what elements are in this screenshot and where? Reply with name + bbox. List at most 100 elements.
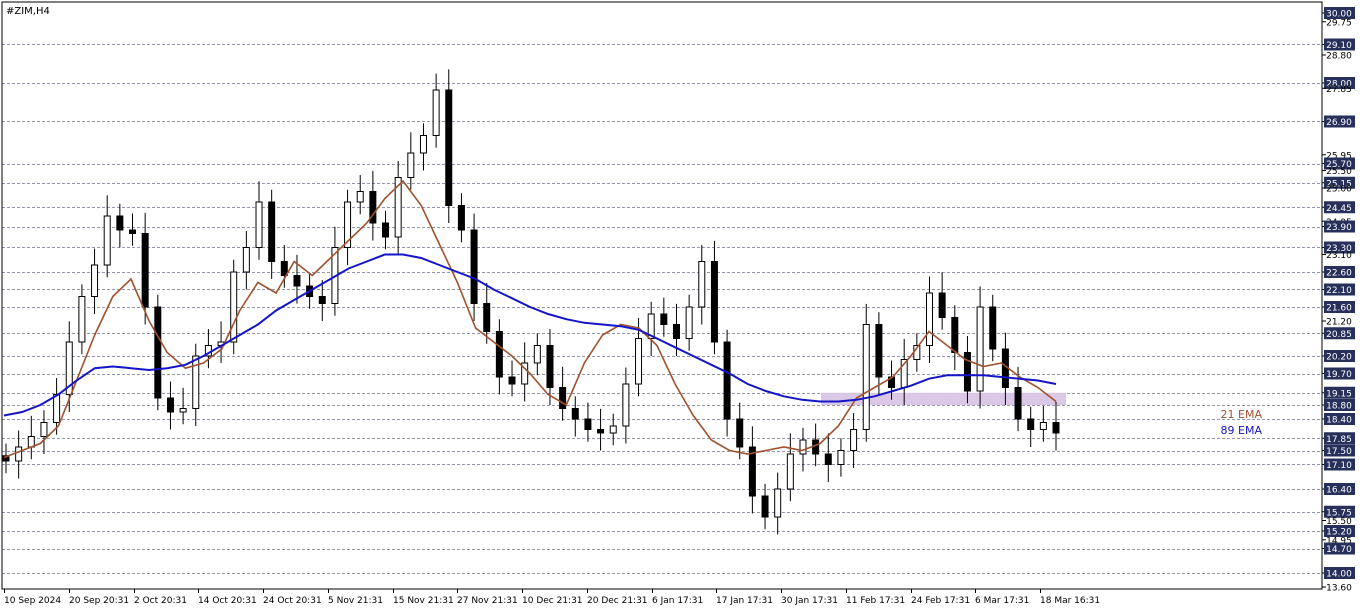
y-tick-label: 17.50	[1326, 447, 1352, 457]
candle-bull	[799, 439, 807, 455]
candle-bear	[483, 303, 491, 332]
candle-bear	[154, 306, 162, 399]
candle-bull	[15, 446, 23, 462]
x-tick-label: 20 Sep 20:31	[69, 596, 129, 606]
x-tick-label: 6 Mar 17:31	[975, 596, 1029, 606]
candle-bear	[1027, 418, 1035, 430]
y-tick-label: 17.10	[1326, 461, 1352, 471]
candle-bull	[103, 215, 111, 266]
candle-bear	[584, 418, 592, 430]
x-tick-label: 10 Dec 21:31	[522, 596, 583, 606]
y-tick-label: 19.70	[1326, 370, 1352, 380]
candle-bear	[963, 352, 971, 392]
candle-bull	[432, 89, 440, 136]
chart-canvas: 30.0029.7529.1028.8028.0027.8526.9025.95…	[0, 0, 1362, 611]
candle-bear	[129, 229, 137, 234]
candle-bull	[698, 261, 706, 308]
candle-bear	[672, 324, 680, 339]
candle-bear	[318, 296, 326, 304]
x-tick-label: 24 Feb 17:31	[911, 596, 970, 606]
candle-bear	[824, 453, 832, 465]
candle-bear	[280, 261, 288, 276]
candle-bear	[736, 418, 744, 448]
candle-bear	[571, 408, 579, 420]
candle-bear	[457, 205, 465, 231]
candle-bear	[495, 331, 503, 378]
candle-bear	[660, 313, 668, 325]
candle-bear	[938, 292, 946, 318]
candle-bear	[382, 222, 390, 238]
candle-bear	[710, 261, 718, 343]
candle-bear	[597, 429, 605, 434]
y-tick-label: 16.40	[1326, 486, 1352, 496]
y-tick-label: 14.70	[1326, 545, 1352, 555]
y-tick-label: 26.90	[1326, 118, 1352, 128]
x-tick-label: 20 Dec 21:31	[587, 596, 648, 606]
candle-bull	[609, 425, 617, 434]
candle-bull	[356, 191, 364, 203]
y-tick-label: 21.20	[1326, 318, 1352, 328]
x-tick-label: 11 Feb 17:31	[846, 596, 905, 606]
candle-bull	[685, 306, 693, 339]
candlestick-chart: 30.00 29.75 29.10 28.80 28.00 27.85 26.90 25.95…	[0, 0, 1362, 611]
y-tick-label: 28.80	[1326, 52, 1352, 62]
y-tick-label: 18.40	[1326, 416, 1352, 426]
candle-bull	[837, 450, 845, 465]
y-tick-label: 27.85	[1326, 85, 1352, 95]
candle-bull	[976, 306, 984, 392]
y-tick-label: 22.60	[1326, 269, 1352, 279]
x-tick-label: 17 Jan 17:31	[716, 596, 773, 606]
candle-bull	[786, 453, 794, 490]
x-tick-label: 24 Oct 20:31	[263, 596, 322, 606]
candle-bull	[533, 345, 541, 364]
candle-bear	[546, 345, 554, 388]
candle-bull	[622, 383, 630, 427]
candle-bear	[748, 446, 756, 497]
candle-bear	[1052, 422, 1060, 434]
x-tick-label: 2 Oct 20:31	[134, 596, 187, 606]
candle-bull	[78, 296, 86, 343]
y-tick-label: 23.90	[1326, 223, 1352, 233]
y-tick-label: 24.45	[1326, 204, 1352, 214]
y-tick-label: 14.00	[1326, 570, 1352, 580]
y-tick-label: 29.75	[1326, 18, 1352, 28]
candle-bull	[40, 422, 48, 437]
x-tick-label: 6 Jan 17:31	[652, 596, 703, 606]
candle-bear	[166, 397, 174, 413]
candle-bear	[812, 439, 820, 455]
candle-bear	[293, 275, 301, 287]
candle-bear	[723, 341, 731, 420]
candle-bear	[508, 376, 516, 385]
x-tick-label: 18 Mar 16:31	[1040, 596, 1100, 606]
candle-bull	[774, 488, 782, 518]
y-tick-label: 23.10	[1326, 251, 1352, 261]
x-tick-label: 27 Nov 21:31	[457, 596, 518, 606]
y-tick-label: 20.20	[1326, 353, 1352, 363]
candle-bull	[850, 429, 858, 451]
x-tick-label: 15 Nov 21:31	[393, 596, 454, 606]
candle-bear	[470, 229, 478, 304]
candle-bull	[179, 408, 187, 413]
y-tick-label: 20.85	[1326, 330, 1352, 340]
y-tick-label: 18.80	[1326, 402, 1352, 412]
candle-bull	[635, 338, 643, 385]
candle-bear	[875, 324, 883, 378]
y-tick-label: 21.60	[1326, 304, 1352, 314]
candle-bear	[951, 317, 959, 353]
candle-bear	[116, 215, 124, 231]
legend-ema89: 89 EMA	[1221, 424, 1263, 437]
candle-bull	[230, 271, 238, 343]
y-tick-label: 25.50	[1326, 167, 1352, 177]
x-tick-label: 30 Jan 17:31	[781, 596, 838, 606]
candle-bear	[445, 89, 453, 206]
candle-bear	[559, 387, 567, 409]
candle-bull	[53, 394, 61, 423]
x-tick-label: 5 Nov 21:31	[328, 596, 383, 606]
chart-title: #ZIM,H4	[6, 6, 50, 17]
y-tick-label: 19.15	[1326, 389, 1352, 399]
y-tick-label: 17.85	[1326, 435, 1352, 445]
y-tick-label: 29.10	[1326, 41, 1352, 51]
candle-bear	[141, 233, 149, 308]
candle-bull	[407, 152, 415, 178]
candle-bull	[1039, 422, 1047, 430]
